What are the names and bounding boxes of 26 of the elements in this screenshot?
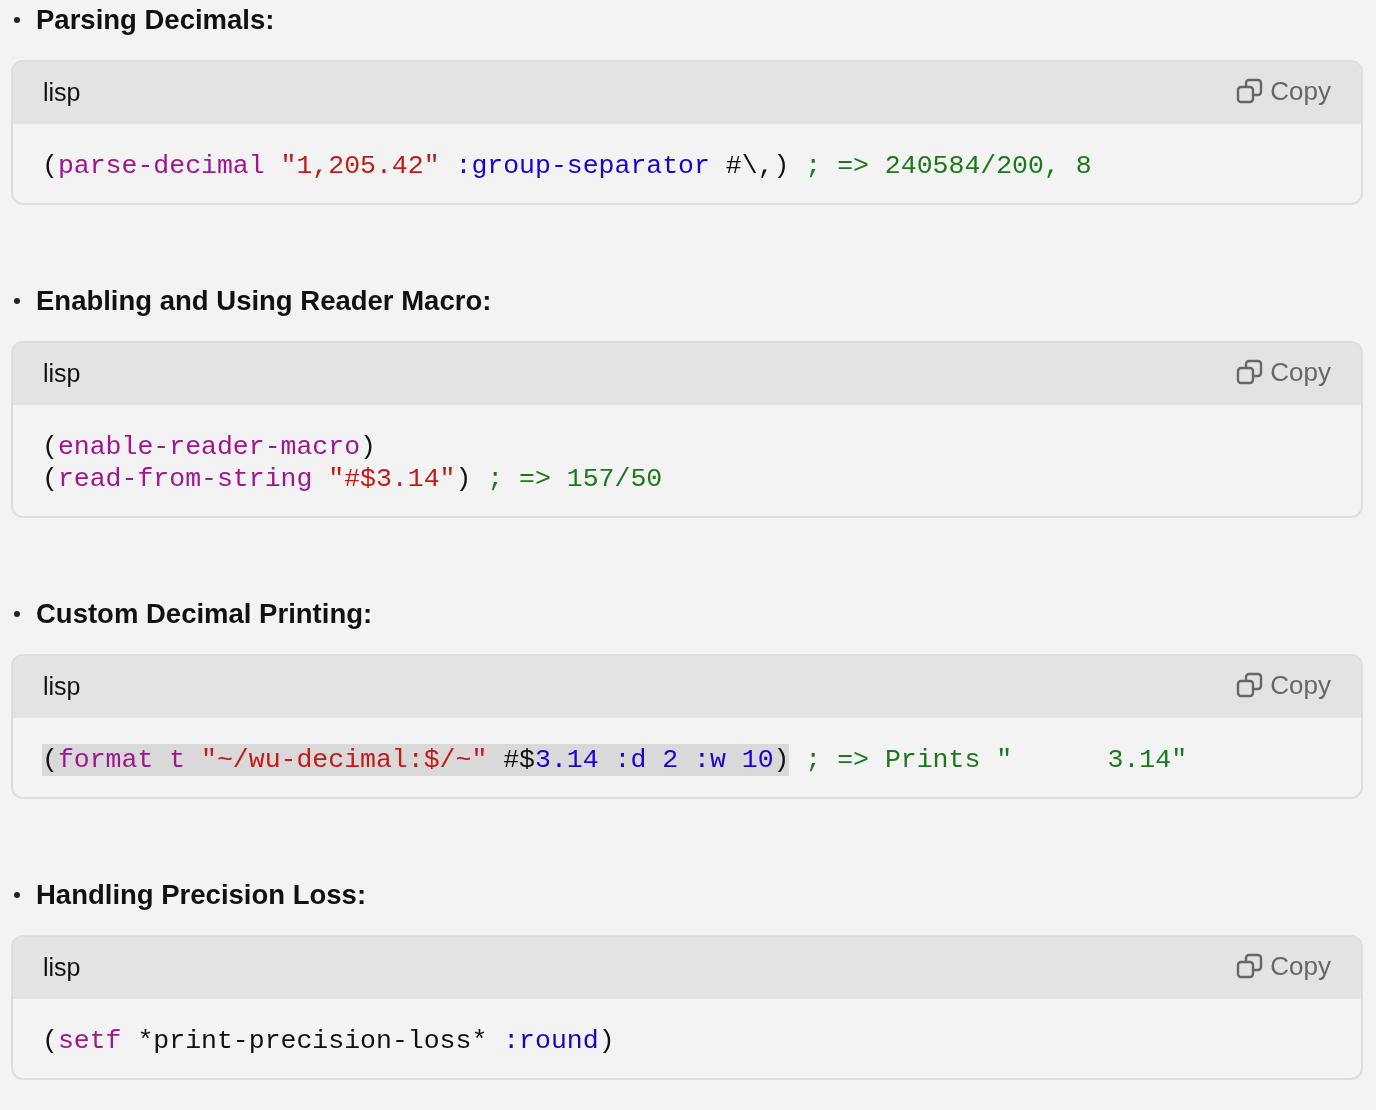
language-label: lisp — [43, 671, 81, 703]
code-text: (enable-reader-macro) — [42, 431, 376, 463]
section-heading: Handling Precision Loss: — [36, 878, 367, 913]
copy-icon — [1236, 671, 1265, 699]
copy-button[interactable]: Copy — [1236, 71, 1331, 111]
code-text: ; => Prints " 3.14" — [804, 744, 1188, 776]
copy-icon — [1236, 952, 1265, 980]
copy-icon — [1236, 77, 1265, 105]
bullet-icon — [14, 611, 20, 617]
copy-icon — [1236, 358, 1265, 386]
selected-code: (format t "~/wu-decimal:$/~" #$3.14 :d 2 :w 10) — [42, 744, 790, 776]
copy-button[interactable]: Copy — [1236, 946, 1331, 986]
code-text: (setf *print-precision-loss* :round) — [42, 1025, 615, 1057]
copy-button[interactable]: Copy — [1236, 665, 1331, 705]
language-label: lisp — [43, 952, 81, 984]
bullet-icon — [14, 892, 20, 898]
section-heading: Parsing Decimals: — [36, 3, 275, 38]
code-text: (read-from-string "#$3.14") ; => 157/50 — [42, 463, 663, 495]
code-text: (parse-decimal "1,205.42" :group-separator #\,) ; => 240584/200, 8 — [42, 150, 1092, 182]
language-label: lisp — [43, 358, 81, 390]
section-heading: Custom Decimal Printing: — [36, 597, 373, 632]
bullet-icon — [14, 17, 20, 23]
copy-button[interactable]: Copy — [1236, 352, 1331, 392]
section-heading: Enabling and Using Reader Macro: — [36, 284, 492, 319]
bullet-icon — [14, 298, 20, 304]
language-label: lisp — [43, 77, 81, 109]
